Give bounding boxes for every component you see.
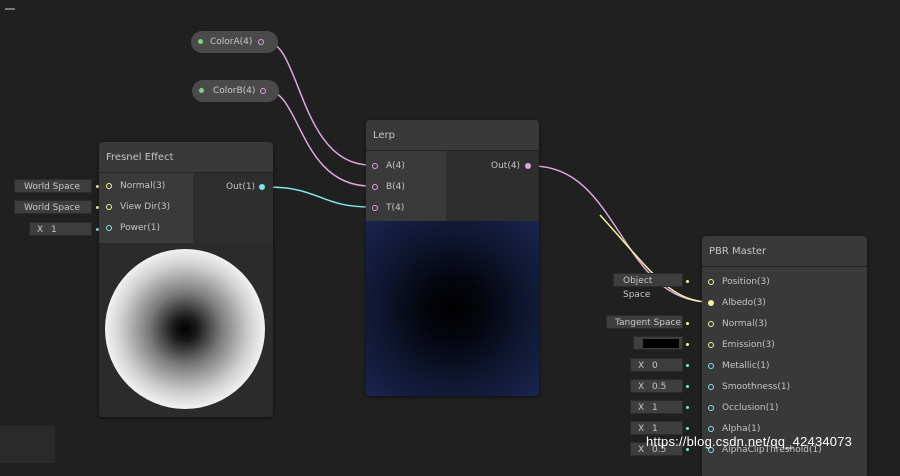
- fresnel-normal-space-field[interactable]: World Space: [14, 179, 92, 193]
- pbr-smoothness-port[interactable]: [708, 384, 714, 390]
- pbr-occlusion-field[interactable]: X 1: [630, 400, 683, 414]
- pbr-normal-space-value: Tangent Space: [615, 318, 681, 328]
- pbr-emission-port[interactable]: [708, 342, 714, 348]
- wire-colorB-to-lerp-B: [267, 90, 371, 187]
- fresnel-input-ports: Normal(3) View Dir(3) Power(1): [99, 173, 193, 243]
- lerp-out-label: Out(4): [491, 161, 521, 171]
- lerp-node[interactable]: Lerp A(4) B(4) T(4) Out(4): [366, 120, 539, 396]
- connector-dot: [686, 385, 689, 388]
- field-x-label: X: [638, 382, 645, 392]
- fresnel-power-value: 1: [51, 225, 57, 235]
- pbr-position-space-value: Object Space: [623, 276, 653, 300]
- lerp-node-title: Lerp: [366, 120, 539, 151]
- property-colorB-port[interactable]: [260, 88, 266, 94]
- connector-dot: [686, 343, 689, 346]
- pbr-alpha-field[interactable]: X 1: [630, 421, 683, 435]
- pbr-metallic-value: 0: [652, 361, 658, 371]
- pbr-smoothness-value: 0.5: [652, 382, 667, 392]
- pbr-normal-port[interactable]: [708, 321, 714, 327]
- property-colorA-label: ColorA(4): [210, 37, 253, 47]
- pbr-occlusion-label: Occlusion(1): [722, 403, 779, 413]
- fresnel-power-label: Power(1): [120, 223, 160, 233]
- pbr-metallic-port[interactable]: [708, 363, 714, 369]
- fresnel-power-field[interactable]: X 1: [29, 222, 92, 236]
- fresnel-preview-sphere: [105, 249, 265, 409]
- field-x-label: X: [638, 445, 645, 455]
- connector-dot: [686, 364, 689, 367]
- lerp-preview: [366, 221, 539, 396]
- lerp-A-port[interactable]: [372, 163, 378, 169]
- fresnel-power-port[interactable]: [106, 225, 112, 231]
- pbr-alpha-port[interactable]: [708, 426, 714, 432]
- wire-fresnel-to-lerp-T: [266, 186, 371, 208]
- field-x-label: X: [638, 361, 645, 371]
- pbr-occlusion-port[interactable]: [708, 405, 714, 411]
- fresnel-viewdir-space-field[interactable]: World Space: [14, 200, 92, 214]
- pbr-occlusion-value: 1: [652, 403, 658, 413]
- lerp-output-ports: Out(4): [446, 151, 539, 221]
- pbr-position-port[interactable]: [708, 279, 714, 285]
- pbr-normal-label: Normal(3): [722, 319, 768, 329]
- pbr-position-label: Position(3): [722, 277, 770, 287]
- pbr-smoothness-label: Smoothness(1): [722, 382, 791, 392]
- fresnel-normal-space-value: World Space: [24, 182, 81, 192]
- fresnel-viewdir-space-value: World Space: [24, 203, 81, 213]
- fresnel-output-ports: Out(1): [193, 173, 273, 243]
- fresnel-normal-label: Normal(3): [120, 181, 166, 191]
- pbr-metallic-field[interactable]: X 0: [630, 358, 683, 372]
- fresnel-out-port[interactable]: [259, 184, 265, 190]
- property-colorA-port[interactable]: [258, 39, 264, 45]
- lerp-B-port[interactable]: [372, 184, 378, 190]
- pbr-normal-space-field[interactable]: Tangent Space: [606, 315, 683, 329]
- fresnel-preview: [99, 243, 273, 417]
- field-x-label: X: [37, 225, 44, 235]
- bottom-left-panel: [0, 426, 55, 463]
- lerp-T-label: T(4): [386, 203, 405, 213]
- pbr-node-title: PBR Master: [702, 236, 867, 267]
- connector-dot: [686, 427, 689, 430]
- corner-marker: [5, 8, 15, 10]
- property-colorB-label: ColorB(4): [213, 86, 256, 96]
- lerp-B-label: B(4): [386, 182, 405, 192]
- field-x-label: X: [638, 424, 645, 434]
- lerp-out-port[interactable]: [525, 163, 531, 169]
- watermark-url: https://blog.csdn.net/qq_42434073: [646, 434, 853, 449]
- fresnel-normal-port[interactable]: [106, 183, 112, 189]
- pbr-albedo-label: Albedo(3): [722, 298, 766, 308]
- pbr-albedo-port[interactable]: [708, 300, 714, 306]
- lerp-T-port[interactable]: [372, 205, 378, 211]
- pbr-emission-color-field[interactable]: [633, 336, 683, 350]
- pbr-metallic-label: Metallic(1): [722, 361, 770, 371]
- connector-dot: [686, 322, 689, 325]
- connector-dot: [686, 280, 689, 283]
- fresnel-effect-node[interactable]: Fresnel Effect Normal(3) View Dir(3) Pow…: [99, 142, 273, 417]
- fresnel-viewdir-label: View Dir(3): [120, 202, 171, 212]
- emission-color-swatch[interactable]: [643, 339, 679, 348]
- property-colorB[interactable]: ColorB(4): [192, 80, 279, 102]
- fresnel-viewdir-port[interactable]: [106, 204, 112, 210]
- pbr-emission-label: Emission(3): [722, 340, 775, 350]
- connector-dot: [686, 406, 689, 409]
- property-colorA[interactable]: ColorA(4): [191, 31, 278, 53]
- fresnel-out-label: Out(1): [226, 182, 256, 192]
- property-out-dot: [199, 88, 204, 93]
- lerp-input-ports: A(4) B(4) T(4): [366, 151, 446, 221]
- field-x-label: X: [638, 403, 645, 413]
- lerp-A-label: A(4): [386, 161, 405, 171]
- wire-colorA-to-lerp-A: [266, 41, 371, 166]
- fresnel-node-title: Fresnel Effect: [99, 142, 273, 173]
- property-out-dot: [198, 39, 203, 44]
- pbr-smoothness-field[interactable]: X 0.5: [630, 379, 683, 393]
- pbr-position-space-field[interactable]: Object Space: [613, 273, 683, 300]
